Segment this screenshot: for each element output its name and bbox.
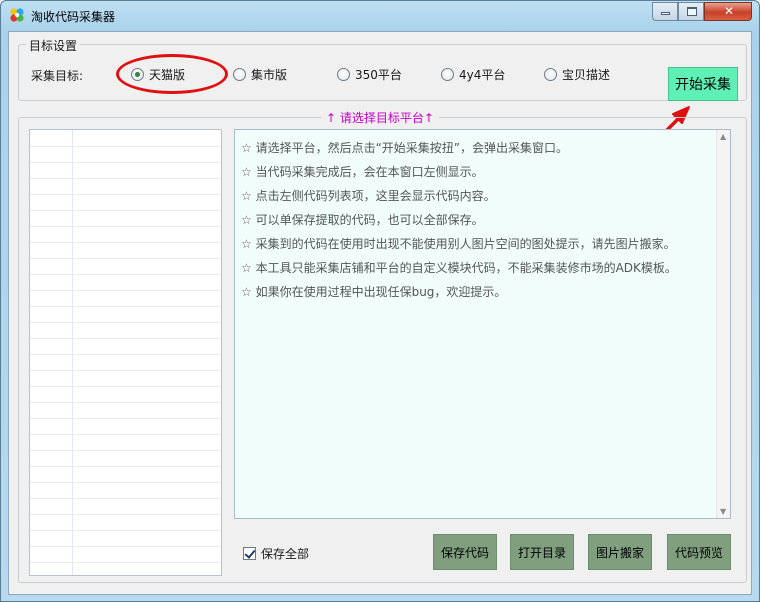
list-column-divider	[72, 130, 73, 575]
list-gridline	[30, 210, 221, 211]
list-gridline	[30, 306, 221, 307]
save-code-button[interactable]: 保存代码	[433, 534, 497, 570]
scroll-down-icon[interactable]: ▼	[720, 507, 726, 516]
instruction-line: ☆ 当代码采集完成后，会在本窗口左侧显示。	[241, 165, 484, 179]
radio-4y4-label: 4y4平台	[459, 67, 506, 82]
list-gridline	[30, 498, 221, 499]
list-gridline	[30, 482, 221, 483]
code-preview-button[interactable]: 代码预览	[667, 534, 731, 570]
maximize-button[interactable]	[678, 2, 704, 21]
list-gridline	[30, 290, 221, 291]
pinwheel-app-icon	[10, 8, 24, 22]
move-images-button[interactable]: 图片搬家	[588, 534, 652, 570]
target-settings-group: 目标设置 采集目标: 天猫版 集市版 350平台 4y4平台 宝贝描述 开始采集	[18, 37, 747, 101]
target-settings-legend: 目标设置	[26, 37, 81, 54]
list-gridline	[30, 258, 221, 259]
radio-4y4[interactable]: 4y4平台	[441, 66, 505, 82]
list-gridline	[30, 466, 221, 467]
instruction-line: ☆ 请选择平台，然后点击“开始采集按扭”，会弹出采集窗口。	[241, 141, 569, 155]
target-label: 采集目标:	[31, 69, 84, 83]
radio-dot[interactable]	[233, 67, 246, 81]
instruction-line: ☆ 本工具只能采集店铺和平台的自定义模块代码，不能采集装修市场的ADK模板。	[241, 261, 677, 275]
radio-dot[interactable]	[337, 67, 350, 81]
radio-350[interactable]: 350平台	[337, 66, 402, 82]
open-directory-button[interactable]: 打开目录	[510, 534, 574, 570]
start-collect-button[interactable]: 开始采集	[668, 67, 738, 101]
close-icon: ✕	[724, 4, 735, 18]
red-annotation-oval	[116, 54, 228, 94]
save-all-label: 保存全部	[261, 547, 310, 561]
list-gridline	[30, 338, 221, 339]
instruction-text: ☆ 请选择平台，然后点击“开始采集按扭”，会弹出采集窗口。 ☆ 当代码采集完成后…	[241, 140, 711, 308]
list-gridline	[30, 434, 221, 435]
maximize-icon	[687, 7, 697, 16]
instruction-line: ☆ 如果你在使用过程中出现任保bug，欢迎提示。	[241, 285, 507, 299]
list-gridline	[30, 530, 221, 531]
list-gridline	[30, 562, 221, 563]
radio-market-label: 集市版	[251, 67, 288, 82]
list-gridline	[30, 354, 221, 355]
list-gridline	[30, 178, 221, 179]
close-button[interactable]: ✕	[704, 2, 752, 21]
list-gridline	[30, 226, 221, 227]
window-title: 淘收代码采集器	[31, 10, 116, 24]
list-gridline	[30, 242, 221, 243]
scroll-up-icon[interactable]: ▲	[720, 132, 726, 141]
app-window: 淘收代码采集器 ✕ 目标设置 采集目标: 天猫版 集市版 350平台 4y4平台…	[0, 0, 760, 602]
code-panel: ↑ 请选择目标平台↑ ☆ 请选择平台，然后点击“开始采集按扭”，会弹出采集窗口。…	[18, 109, 747, 583]
radio-dot[interactable]	[441, 67, 454, 81]
list-gridline	[30, 322, 221, 323]
vertical-scrollbar[interactable]: ▲ ▼	[716, 130, 730, 518]
list-gridline	[30, 146, 221, 147]
title-bar[interactable]: 淘收代码采集器 ✕	[1, 1, 759, 31]
list-gridline	[30, 418, 221, 419]
list-gridline	[30, 162, 221, 163]
list-gridline	[30, 274, 221, 275]
checkbox-checked-icon[interactable]	[243, 547, 256, 560]
instruction-line: ☆ 点击左侧代码列表项，这里会显示代码内容。	[241, 189, 496, 203]
radio-description[interactable]: 宝贝描述	[544, 66, 610, 82]
list-gridline	[30, 194, 221, 195]
select-platform-hint: ↑ 请选择目标平台↑	[321, 109, 439, 126]
minimize-icon	[661, 12, 670, 15]
instruction-line: ☆ 采集到的代码在使用时出现不能使用别人图片空间的图处提示，请先图片搬家。	[241, 237, 676, 251]
code-list[interactable]	[29, 129, 222, 576]
save-all-checkbox[interactable]: 保存全部	[243, 545, 309, 562]
list-gridline	[30, 450, 221, 451]
list-gridline	[30, 386, 221, 387]
list-gridline	[30, 514, 221, 515]
client-area: 目标设置 采集目标: 天猫版 集市版 350平台 4y4平台 宝贝描述 开始采集…	[8, 31, 752, 595]
radio-dot[interactable]	[544, 67, 557, 81]
code-content-area[interactable]: ☆ 请选择平台，然后点击“开始采集按扭”，会弹出采集窗口。 ☆ 当代码采集完成后…	[234, 129, 731, 519]
minimize-button[interactable]	[652, 2, 678, 21]
list-gridline	[30, 546, 221, 547]
radio-market[interactable]: 集市版	[233, 66, 287, 82]
instruction-line: ☆ 可以单保存提取的代码，也可以全部保存。	[241, 213, 484, 227]
list-gridline	[30, 402, 221, 403]
radio-description-label: 宝贝描述	[562, 67, 611, 82]
radio-350-label: 350平台	[355, 67, 402, 82]
list-gridline	[30, 370, 221, 371]
